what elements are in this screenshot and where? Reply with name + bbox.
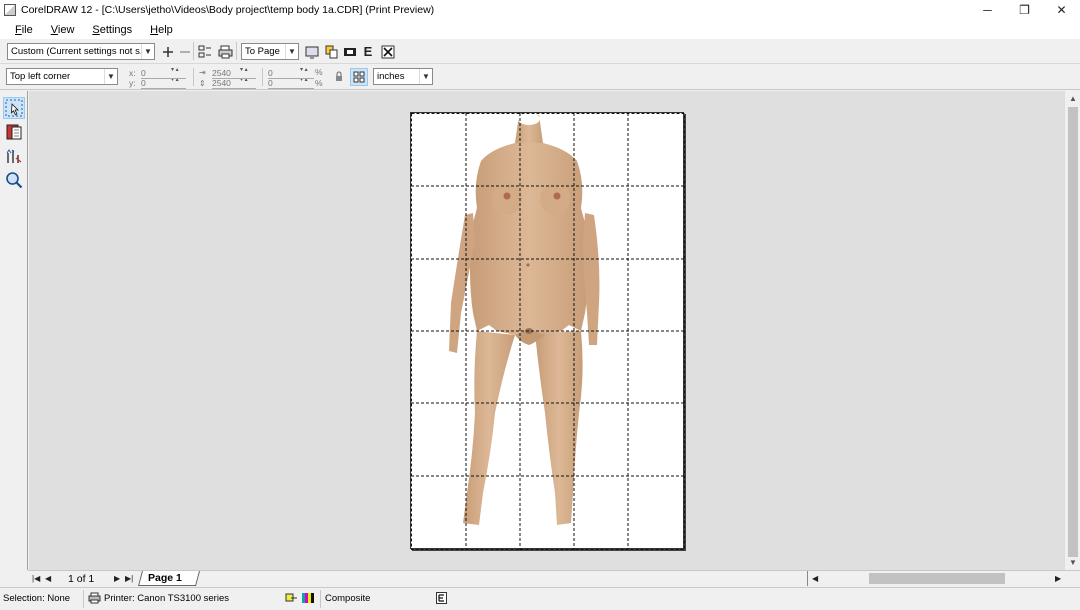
units-value: inches	[377, 71, 405, 82]
field-underline	[141, 78, 186, 79]
width-icon: ⇥	[199, 68, 206, 77]
marks-placement-tool-button[interactable]	[3, 145, 25, 167]
scale-x-spinner-icon[interactable]: ▾ ▴	[300, 67, 308, 73]
menu-file[interactable]: File	[6, 24, 42, 36]
status-bar: Selection: None Printer: Canon TS3100 se…	[0, 587, 1080, 610]
horizontal-scrollbar[interactable]: ◀ ▶	[807, 571, 1080, 586]
field-underline	[268, 78, 314, 79]
preview-canvas[interactable]	[29, 91, 1064, 570]
toolbar-separator	[262, 68, 263, 86]
print-style-dropdown[interactable]: Custom (Current settings not s... ▼	[7, 43, 155, 60]
print-options-icon[interactable]	[197, 44, 213, 60]
next-page-icon[interactable]: ▶	[114, 572, 120, 585]
composite-status: Composite	[325, 593, 371, 604]
printer-status: Printer: Canon TS3100 series	[104, 593, 229, 604]
menu-bar: File View Settings Help	[0, 20, 1080, 39]
width-field[interactable]: 2540	[212, 69, 256, 78]
field-underline	[212, 88, 256, 89]
status-divider	[320, 590, 321, 608]
page-count: 1 of 1	[68, 573, 95, 585]
previous-page-icon[interactable]: ◀	[45, 572, 51, 585]
width-value: 2540	[212, 68, 231, 78]
menu-settings[interactable]: Settings	[83, 24, 141, 36]
pick-tool-icon	[5, 99, 23, 117]
print-style-value: Custom (Current settings not s...	[11, 46, 148, 57]
scale-x-value: 0	[268, 68, 273, 78]
toolbar-separator	[193, 42, 194, 60]
position-dropdown[interactable]: Top left corner ▼	[6, 68, 118, 85]
field-underline	[268, 88, 314, 89]
page-tab-label: Page 1	[148, 572, 182, 584]
chevron-down-icon: ▼	[104, 69, 117, 84]
status-divider	[83, 590, 84, 608]
height-value: 2540	[212, 78, 231, 88]
print-preview-toolbar: Custom (Current settings not s... ▼ To P…	[0, 39, 1080, 64]
imposition-layout-tool-button[interactable]	[3, 121, 25, 143]
window-title: CorelDRAW 12 - [C:\Users\jetho\Videos\Bo…	[21, 4, 435, 16]
tile-icon[interactable]	[350, 68, 368, 86]
units-dropdown[interactable]: inches ▼	[373, 68, 433, 85]
toolbar-separator	[236, 42, 237, 60]
imposition-layout-icon	[6, 124, 22, 140]
remove-print-style-icon[interactable]	[177, 44, 193, 60]
lock-icon[interactable]	[331, 68, 347, 84]
x-spinner-icon[interactable]: ▾ ▴	[171, 67, 179, 73]
percent-label: %	[315, 78, 323, 88]
x-position-value: 0	[141, 68, 146, 78]
field-underline	[141, 88, 186, 89]
zoom-dropdown[interactable]: To Page ▼	[241, 43, 299, 60]
pick-tool-button[interactable]	[3, 97, 25, 119]
vertical-scroll-thumb[interactable]	[1068, 107, 1078, 557]
toolbox	[0, 91, 28, 570]
marks-placement-icon	[6, 149, 22, 163]
title-bar: CorelDRAW 12 - [C:\Users\jetho\Videos\Bo…	[0, 0, 1080, 20]
printer-icon[interactable]	[217, 44, 233, 60]
add-print-style-icon[interactable]	[160, 44, 176, 60]
print-page	[410, 112, 685, 550]
color-separations-icon[interactable]	[324, 44, 340, 60]
zoom-tool-button[interactable]	[3, 169, 25, 191]
minimize-button[interactable]: ─	[969, 0, 1006, 20]
scroll-left-icon[interactable]: ◀	[812, 572, 818, 585]
printer-status-icon	[88, 588, 101, 610]
print-mode-icons	[285, 588, 315, 610]
vertical-scrollbar[interactable]: ▲ ▼	[1064, 91, 1080, 570]
menu-view[interactable]: View	[42, 24, 84, 36]
restore-button[interactable]: ❐	[1006, 0, 1043, 20]
y-position-value: 0	[141, 78, 146, 88]
first-page-icon[interactable]: |◀	[32, 572, 40, 585]
close-button[interactable]: ✕	[1043, 0, 1080, 20]
chevron-down-icon: ▼	[141, 44, 154, 59]
scroll-right-icon[interactable]: ▶	[1055, 572, 1061, 585]
body-preview-image	[411, 113, 685, 550]
scale-y-value: 0	[268, 78, 273, 88]
zoom-value: To Page	[245, 46, 280, 57]
scroll-down-icon[interactable]: ▼	[1065, 556, 1080, 570]
height-icon: ⇕	[199, 79, 206, 88]
field-underline	[212, 78, 256, 79]
width-spinner-icon[interactable]: ▾ ▴	[240, 67, 248, 73]
invert-icon[interactable]	[342, 44, 358, 60]
zoom-icon	[6, 172, 23, 189]
emulsion-status-icon	[436, 588, 447, 610]
x-label: x:	[129, 68, 136, 78]
close-preview-icon[interactable]	[380, 44, 396, 60]
percent-label: %	[315, 67, 323, 77]
horizontal-scroll-thumb[interactable]	[869, 573, 1005, 584]
page-navigation-bar: |◀ ◀ 1 of 1 ▶ ▶| Page 1 ◀ ▶	[28, 570, 1080, 586]
full-screen-icon[interactable]	[304, 44, 320, 60]
height-field[interactable]: 2540	[212, 79, 256, 88]
emulsion-down-icon[interactable]: E	[360, 43, 376, 59]
coreldraw-app-icon	[4, 4, 16, 16]
selection-status: Selection: None	[3, 593, 71, 604]
property-bar: Top left corner ▼ x: y: 0 0 ▾ ▴ ▾ ▴ ⇥ ⇕ …	[0, 64, 1080, 90]
menu-help[interactable]: Help	[141, 24, 182, 36]
y-label: y:	[129, 78, 136, 88]
position-value: Top left corner	[10, 71, 71, 82]
last-page-icon[interactable]: ▶|	[125, 572, 133, 585]
scroll-up-icon[interactable]: ▲	[1065, 92, 1080, 106]
chevron-down-icon: ▼	[419, 69, 432, 84]
chevron-down-icon: ▼	[285, 44, 298, 59]
toolbar-separator	[193, 68, 194, 86]
